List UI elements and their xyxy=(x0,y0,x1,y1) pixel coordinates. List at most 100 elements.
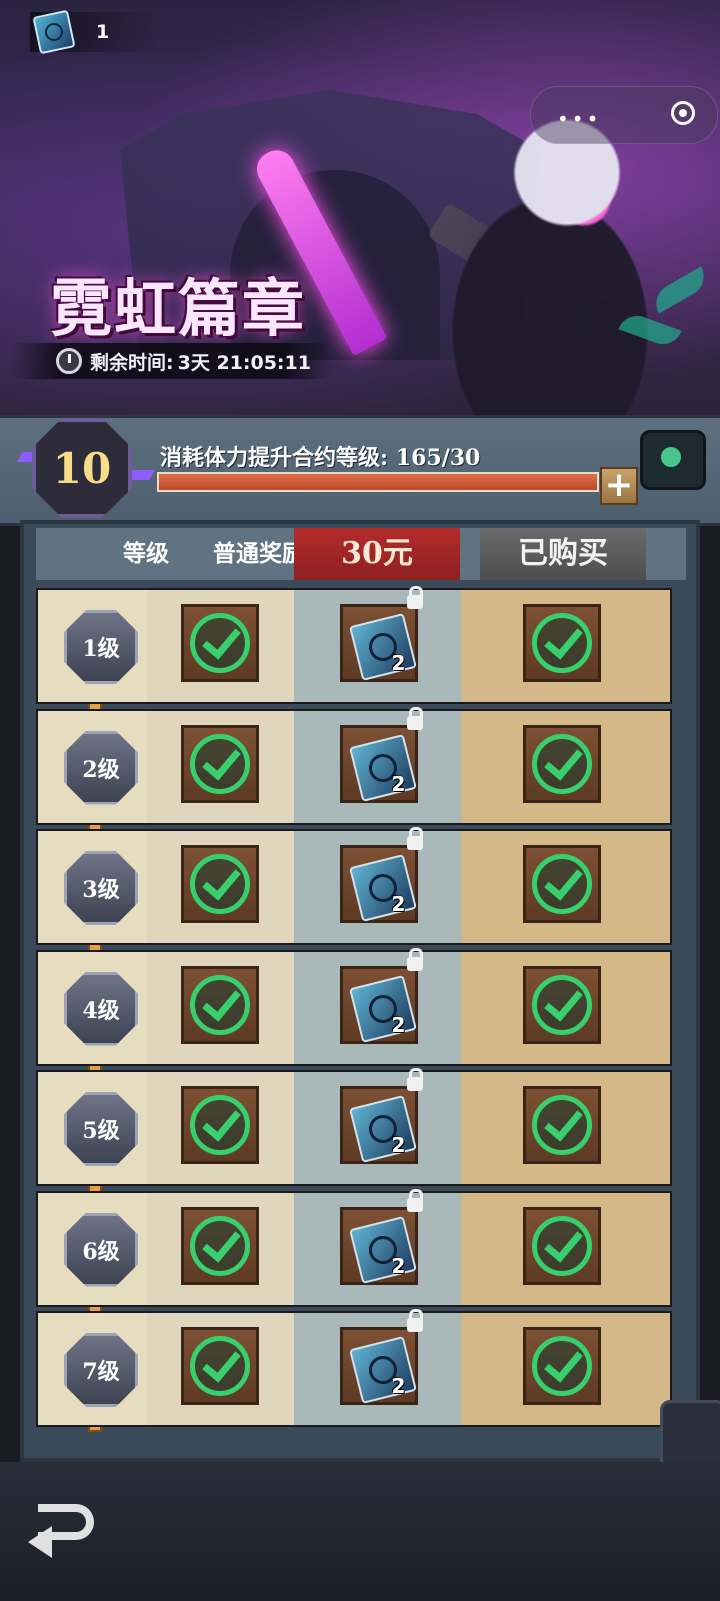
level-label: 7级 xyxy=(82,1359,120,1385)
level-node: 5级 xyxy=(64,1092,138,1166)
normal-reward-cell[interactable] xyxy=(147,590,295,702)
miniprogram-capsule[interactable]: ••• xyxy=(530,86,718,144)
bought-reward-item[interactable] xyxy=(523,604,602,682)
premium-reward-item[interactable]: 2 xyxy=(340,1309,424,1405)
normal-reward-item[interactable] xyxy=(181,724,260,803)
claimed-check-icon xyxy=(532,1215,593,1276)
clock-icon xyxy=(56,348,82,374)
bought-reward-cell[interactable] xyxy=(461,951,670,1064)
lock-icon xyxy=(407,1188,424,1212)
lock-icon xyxy=(407,1068,424,1091)
book-icon xyxy=(349,1095,418,1163)
bought-reward-item[interactable] xyxy=(523,1086,602,1164)
normal-reward-cell[interactable] xyxy=(147,1072,295,1184)
more-icon[interactable]: ••• xyxy=(557,107,601,131)
bought-reward-item[interactable] xyxy=(523,1206,602,1285)
normal-reward-cell[interactable] xyxy=(147,1313,295,1425)
lock-icon xyxy=(407,706,424,730)
remaining-time-label: 剩余时间: xyxy=(90,351,174,374)
bought-reward-item[interactable] xyxy=(523,724,602,803)
level-node: 6级 xyxy=(64,1212,138,1287)
premium-reward-cell[interactable]: 2 xyxy=(294,827,462,943)
claimed-check-icon xyxy=(190,974,251,1035)
reward-quantity: 2 xyxy=(391,892,406,916)
reward-quantity: 2 xyxy=(391,1133,406,1157)
remaining-time: 剩余时间: 3天 21:05:11 xyxy=(12,343,332,379)
header-bought: 已购买 xyxy=(480,528,646,580)
premium-reward-item[interactable]: 2 xyxy=(340,947,424,1044)
level-label: 2级 xyxy=(82,756,120,783)
claimed-check-icon xyxy=(190,613,251,673)
level-label: 4级 xyxy=(82,997,120,1024)
reward-quantity: 2 xyxy=(391,1012,406,1037)
reward-row: 1级 2 xyxy=(36,586,672,704)
bought-reward-cell[interactable] xyxy=(461,710,670,823)
premium-reward-item[interactable]: 2 xyxy=(340,1188,424,1285)
premium-reward-item[interactable]: 2 xyxy=(340,827,424,923)
normal-reward-cell[interactable] xyxy=(147,951,295,1064)
premium-reward-cell[interactable]: 2 xyxy=(294,1188,462,1305)
normal-reward-item[interactable] xyxy=(181,845,260,923)
lock-icon xyxy=(407,947,424,971)
premium-reward-cell[interactable]: 2 xyxy=(294,706,462,823)
premium-reward-cell[interactable]: 2 xyxy=(294,586,462,702)
contract-progress-fill xyxy=(159,474,597,490)
book-icon xyxy=(32,9,76,55)
currency-counter[interactable]: 1 xyxy=(30,9,160,55)
normal-reward-item[interactable] xyxy=(181,965,260,1044)
book-icon xyxy=(349,974,418,1043)
premium-reward-item[interactable]: 2 xyxy=(340,586,424,682)
level-label: 3级 xyxy=(82,877,120,903)
book-icon xyxy=(349,1336,418,1404)
normal-reward-item[interactable] xyxy=(181,1327,260,1405)
lock-icon xyxy=(407,827,424,850)
reward-row: 4级 2 xyxy=(36,947,672,1066)
contract-progress-bar xyxy=(157,472,599,492)
lock-icon xyxy=(407,1309,424,1332)
premium-reward-cell[interactable]: 2 xyxy=(294,947,462,1064)
reward-row: 7级 2 xyxy=(36,1309,672,1427)
claimed-check-icon xyxy=(190,1336,251,1396)
bought-reward-item[interactable] xyxy=(523,1327,602,1405)
bought-reward-cell[interactable] xyxy=(461,831,670,943)
reward-row: 6级 2 xyxy=(36,1188,672,1307)
premium-reward-item[interactable]: 2 xyxy=(340,706,424,803)
event-title: 霓虹篇章 xyxy=(50,272,307,345)
bought-reward-cell[interactable] xyxy=(461,590,670,702)
add-stamina-button[interactable]: + xyxy=(600,467,638,505)
buy-premium-button[interactable]: 30元 xyxy=(294,528,460,580)
premium-reward-item[interactable]: 2 xyxy=(340,1068,424,1164)
level-label: 6级 xyxy=(82,1238,120,1265)
contract-level-badge: 10 xyxy=(32,418,132,518)
bought-reward-cell[interactable] xyxy=(461,1313,670,1425)
close-target-icon[interactable] xyxy=(671,101,695,125)
normal-reward-item[interactable] xyxy=(181,1086,260,1164)
normal-reward-item[interactable] xyxy=(181,604,260,682)
claimed-check-icon xyxy=(532,854,593,914)
normal-reward-cell[interactable] xyxy=(147,831,295,943)
book-icon xyxy=(349,613,418,681)
premium-reward-cell[interactable]: 2 xyxy=(294,1068,462,1184)
level-cell: 3级 xyxy=(38,831,148,943)
normal-reward-cell[interactable] xyxy=(147,710,295,823)
normal-reward-item[interactable] xyxy=(181,1206,260,1285)
back-button[interactable] xyxy=(28,1496,102,1560)
reward-quantity: 2 xyxy=(391,771,406,796)
bought-reward-item[interactable] xyxy=(523,965,602,1044)
claimed-check-icon xyxy=(532,613,593,673)
bought-reward-item[interactable] xyxy=(523,845,602,923)
level-node: 2级 xyxy=(64,730,138,805)
book-icon xyxy=(349,854,418,922)
reward-table-header: 等级 普通奖励 30元 已购买 xyxy=(36,528,686,580)
bought-reward-cell[interactable] xyxy=(461,1192,670,1305)
level-cell: 4级 xyxy=(38,951,148,1064)
bought-reward-cell[interactable] xyxy=(461,1072,670,1184)
premium-reward-cell[interactable]: 2 xyxy=(294,1309,462,1425)
claimed-check-icon xyxy=(532,974,593,1035)
bottom-bar xyxy=(0,1462,720,1601)
reward-quantity: 2 xyxy=(391,1374,406,1398)
currency-value: 1 xyxy=(96,21,110,43)
normal-reward-cell[interactable] xyxy=(147,1192,295,1305)
level-label: 5级 xyxy=(82,1118,120,1144)
reward-row: 2级 2 xyxy=(36,706,672,825)
